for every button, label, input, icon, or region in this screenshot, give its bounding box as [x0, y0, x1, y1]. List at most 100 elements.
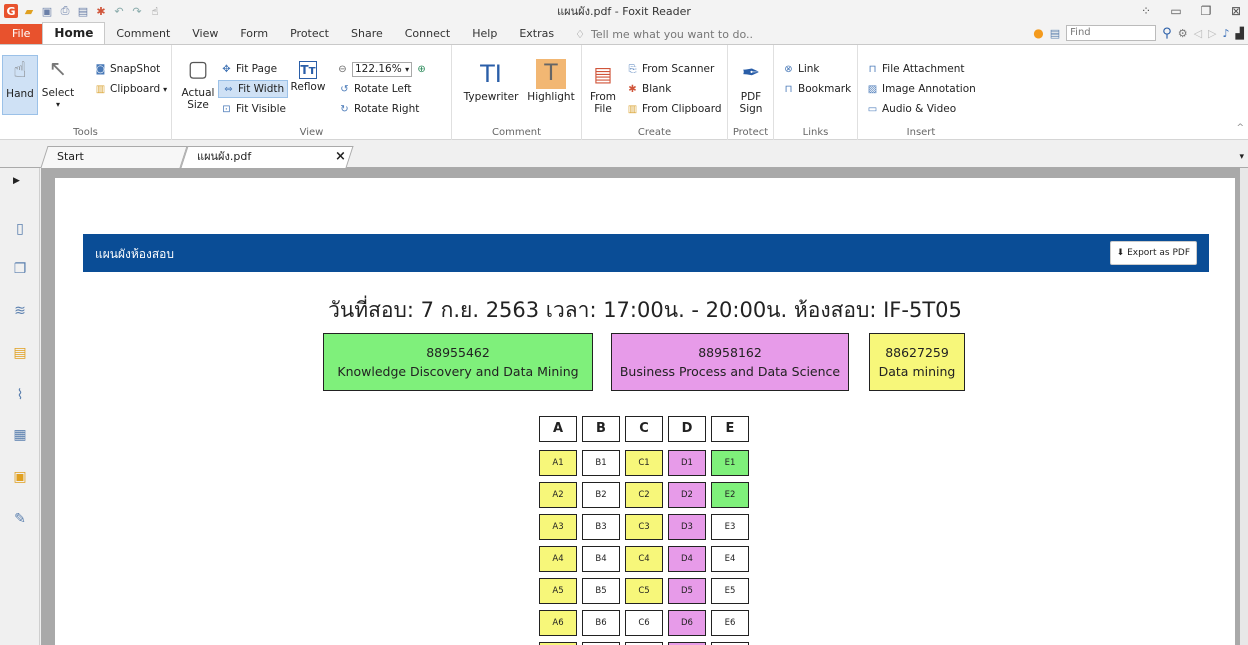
- tab-extras[interactable]: Extras: [508, 24, 565, 44]
- redo-icon[interactable]: ↷: [130, 4, 144, 18]
- tab-protect[interactable]: Protect: [279, 24, 340, 44]
- typewriter-button[interactable]: TI Typewriter: [460, 59, 522, 119]
- print-icon[interactable]: ⎙: [58, 4, 72, 18]
- tab-document[interactable]: แผนผัง.pdf ×: [180, 146, 354, 168]
- link-button[interactable]: ⊗ Link: [782, 61, 819, 77]
- security-icon[interactable]: ▦: [11, 426, 29, 444]
- seat-cell: A1: [539, 450, 577, 476]
- tell-me-box[interactable]: ♢ Tell me what you want to do..: [575, 24, 753, 44]
- course-code: 88627259: [885, 345, 949, 360]
- tab-connect[interactable]: Connect: [394, 24, 461, 44]
- clipboard-paste-icon: ▥: [627, 103, 638, 115]
- rotate-right-icon: ↻: [340, 103, 349, 115]
- from-file-button[interactable]: ▤ From File: [586, 59, 620, 129]
- properties-icon[interactable]: ▤: [76, 4, 90, 18]
- from-clipboard-button[interactable]: ▥ From Clipboard: [626, 101, 722, 117]
- fit-width-button[interactable]: ⇔ Fit Width: [218, 80, 289, 98]
- close-icon[interactable]: ⊠: [1228, 4, 1244, 18]
- highlight-icon: T: [536, 59, 566, 89]
- highlight-button[interactable]: T Highlight: [524, 59, 578, 119]
- foxit-logo-icon[interactable]: G: [4, 4, 18, 18]
- tab-start[interactable]: Start: [40, 146, 188, 168]
- audio-video-button[interactable]: ▭ Audio & Video: [866, 101, 956, 117]
- tab-help[interactable]: Help: [461, 24, 508, 44]
- course-code: 88958162: [698, 345, 762, 360]
- hand-button[interactable]: ☝ Hand: [2, 55, 38, 115]
- title-bar: G ▰ ▣ ⎙ ▤ ✱ ↶ ↷ ☝ แผนผัง.pdf - Foxit Rea…: [0, 0, 1248, 22]
- insert-group-label: Insert: [906, 127, 936, 138]
- ribbon-display-icon[interactable]: ⁘: [1138, 4, 1154, 18]
- tab-home[interactable]: Home: [42, 22, 106, 44]
- reflow-button[interactable]: Tт Reflow: [290, 61, 326, 121]
- previous-icon[interactable]: ◁: [1194, 27, 1202, 40]
- select-button[interactable]: ↖ Select ▾: [40, 55, 76, 115]
- from-scanner-button[interactable]: ⎘ From Scanner: [626, 61, 715, 77]
- user-icon[interactable]: ▟: [1236, 27, 1244, 40]
- select-dropdown-icon[interactable]: ▾: [40, 99, 76, 111]
- page-thumbnail-icon[interactable]: ▯: [11, 220, 29, 238]
- tab-comment[interactable]: Comment: [105, 24, 181, 44]
- attachments-icon[interactable]: ⌇: [11, 386, 29, 404]
- pdf-sign-button[interactable]: ✒ PDF Sign: [732, 59, 770, 129]
- document-viewport[interactable]: แผนผังห้องสอบ ⬇ Export as PDF วันที่สอบ:…: [41, 168, 1240, 645]
- clipboard-icon: ▥: [95, 83, 106, 95]
- vertical-scrollbar[interactable]: [1240, 168, 1248, 645]
- export-pdf-button[interactable]: ⬇ Export as PDF: [1109, 241, 1197, 265]
- tab-share[interactable]: Share: [340, 24, 394, 44]
- clipboard-button[interactable]: ▥ Clipboard ▾: [94, 81, 167, 97]
- open-folder-icon[interactable]: ▰: [22, 4, 36, 18]
- file-attachment-button[interactable]: ⊓ File Attachment: [866, 61, 965, 77]
- find-options-icon[interactable]: ▤: [1050, 27, 1060, 40]
- minimize-icon[interactable]: ▭: [1168, 4, 1184, 18]
- layers-icon[interactable]: ≋: [11, 302, 29, 320]
- zoom-out-icon[interactable]: ⊖: [336, 63, 349, 76]
- course-card: 88627259 Data mining: [869, 333, 965, 391]
- lock-icon[interactable]: ▣: [11, 468, 29, 486]
- seat-cell: C1: [625, 450, 663, 476]
- hand-tool-icon[interactable]: ☝: [148, 4, 162, 18]
- find-input[interactable]: Find: [1066, 25, 1157, 41]
- zoom-level-select[interactable]: 122.16% ▾: [352, 61, 413, 77]
- pages-icon[interactable]: ❐: [11, 260, 29, 278]
- tab-list-icon[interactable]: ▾: [1239, 152, 1244, 162]
- seat-cell: D3: [668, 514, 706, 540]
- seat-cell: E2: [711, 482, 749, 508]
- fit-page-button[interactable]: ✥ Fit Page: [220, 61, 277, 77]
- close-tab-icon[interactable]: ×: [335, 147, 346, 167]
- tab-file[interactable]: File: [0, 24, 43, 44]
- collapse-ribbon-icon[interactable]: ^: [1236, 123, 1244, 133]
- rotate-left-button[interactable]: ↺ Rotate Left: [338, 81, 411, 97]
- course-name: Business Process and Data Science: [619, 364, 841, 379]
- notification-bulb-icon[interactable]: ●: [1033, 26, 1043, 40]
- bell-icon[interactable]: ♪: [1223, 27, 1230, 40]
- reflow-icon: Tт: [299, 61, 317, 79]
- search-icon[interactable]: ⚲: [1162, 26, 1172, 41]
- rotate-right-button[interactable]: ↻ Rotate Right: [338, 101, 419, 117]
- image-annotation-button[interactable]: ▨ Image Annotation: [866, 81, 976, 97]
- seat-cell: D1: [668, 450, 706, 476]
- new-icon[interactable]: ✱: [94, 4, 108, 18]
- tab-form[interactable]: Form: [229, 24, 279, 44]
- blank-button[interactable]: ✱ Blank: [626, 81, 671, 97]
- comments-icon[interactable]: ▤: [11, 344, 29, 362]
- expand-panel-icon[interactable]: ▶: [13, 176, 20, 186]
- next-icon[interactable]: ▷: [1208, 27, 1216, 40]
- save-icon[interactable]: ▣: [40, 4, 54, 18]
- settings-icon[interactable]: ⚙: [1178, 27, 1188, 40]
- seat-cell: B1: [582, 450, 620, 476]
- course-name: Data mining: [878, 364, 956, 379]
- undo-icon[interactable]: ↶: [112, 4, 126, 18]
- restore-icon[interactable]: ❐: [1198, 4, 1214, 18]
- fit-visible-button[interactable]: ⊡ Fit Visible: [220, 101, 286, 117]
- snapshot-button[interactable]: ◙ SnapShot: [94, 61, 161, 77]
- scanner-icon: ⎘: [628, 63, 637, 75]
- seat-cell: D2: [668, 482, 706, 508]
- bookmark-button[interactable]: ⊓ Bookmark: [782, 81, 852, 97]
- zoom-in-icon[interactable]: ⊕: [415, 63, 428, 76]
- seat-cell: C2: [625, 482, 663, 508]
- actual-size-button[interactable]: ▢ Actual Size: [180, 55, 216, 131]
- zoom-control: ⊖ 122.16% ▾ ⊕: [336, 61, 428, 77]
- download-icon: ⬇: [1116, 248, 1125, 258]
- tab-view[interactable]: View: [181, 24, 229, 44]
- signature-icon[interactable]: ✎: [11, 510, 29, 528]
